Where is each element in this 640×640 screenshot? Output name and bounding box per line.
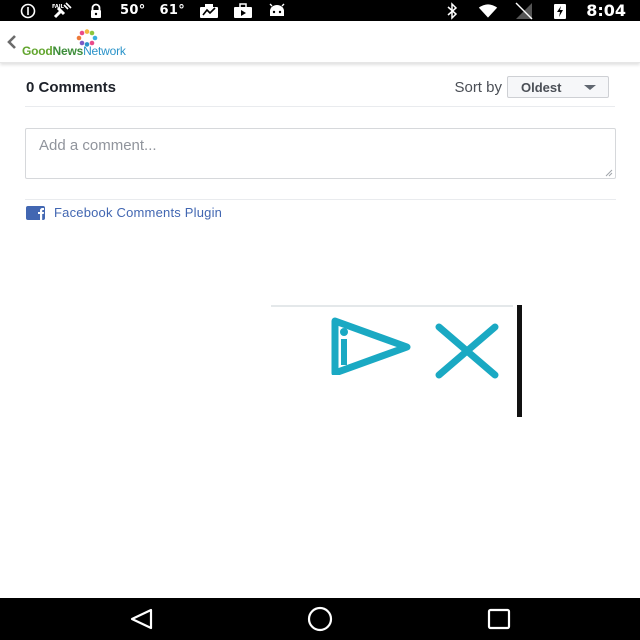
info-icon — [18, 3, 38, 19]
status-left-group: FAIL 50° 61° — [0, 1, 287, 19]
recents-square-icon — [487, 608, 511, 630]
battery-icon — [550, 3, 570, 19]
wifi-icon — [478, 3, 498, 19]
lock-icon — [86, 3, 106, 19]
home-circle-icon — [307, 606, 333, 632]
comment-count: 0 Comments — [26, 79, 117, 96]
ad-top-border — [271, 305, 513, 307]
weather-icon — [199, 3, 219, 19]
comment-input[interactable] — [25, 128, 616, 179]
logo-word-good: Good — [22, 44, 53, 58]
nav-home-button[interactable] — [305, 606, 335, 632]
adchoices-icon[interactable] — [327, 315, 413, 375]
logo-word-news: News — [52, 44, 84, 58]
caret-down-icon — [584, 85, 596, 90]
back-triangle-icon — [130, 608, 153, 630]
back-chevron-button[interactable] — [4, 31, 20, 53]
briefcase-icon — [233, 2, 253, 19]
sort-label: Sort by — [454, 79, 502, 96]
facebook-comments-plugin-link[interactable]: Facebook Comments Plugin — [26, 205, 222, 220]
facebook-icon — [26, 205, 45, 220]
sort-dropdown-value: Oldest — [521, 79, 562, 95]
nav-back-button[interactable] — [126, 606, 156, 632]
temperature-1: 50° — [120, 3, 146, 18]
bluetooth-icon — [442, 1, 462, 20]
android-icon — [267, 3, 287, 19]
svg-text:FAIL: FAIL — [52, 4, 65, 10]
close-icon[interactable] — [431, 321, 503, 379]
ad-edge-bar — [517, 305, 522, 417]
clock: 8:04 — [586, 1, 626, 20]
satellite-icon: FAIL — [52, 1, 72, 19]
app-header: GoodNewsNetwork — [0, 21, 640, 63]
nav-recents-button[interactable] — [484, 606, 514, 632]
logo-wordmark: GoodNewsNetwork — [22, 44, 126, 58]
status-bar: FAIL 50° 61° 8:04 — [0, 0, 640, 21]
navigation-bar — [0, 598, 640, 640]
comments-header: 0 Comments Sort by Oldest — [25, 75, 615, 107]
goodnewsnetwork-logo[interactable]: GoodNewsNetwork — [22, 27, 162, 59]
sort-dropdown[interactable]: Oldest — [507, 76, 609, 98]
plugin-label: Facebook Comments Plugin — [54, 205, 223, 220]
logo-word-network: Network — [83, 44, 126, 58]
signal-icon — [514, 2, 534, 19]
status-right-group: 8:04 — [442, 1, 640, 20]
plugin-divider — [25, 199, 616, 200]
temperature-2: 61° — [159, 3, 185, 18]
resize-grip-icon[interactable] — [604, 168, 613, 177]
chevron-left-icon — [7, 35, 16, 49]
ad-overlay — [271, 305, 531, 417]
